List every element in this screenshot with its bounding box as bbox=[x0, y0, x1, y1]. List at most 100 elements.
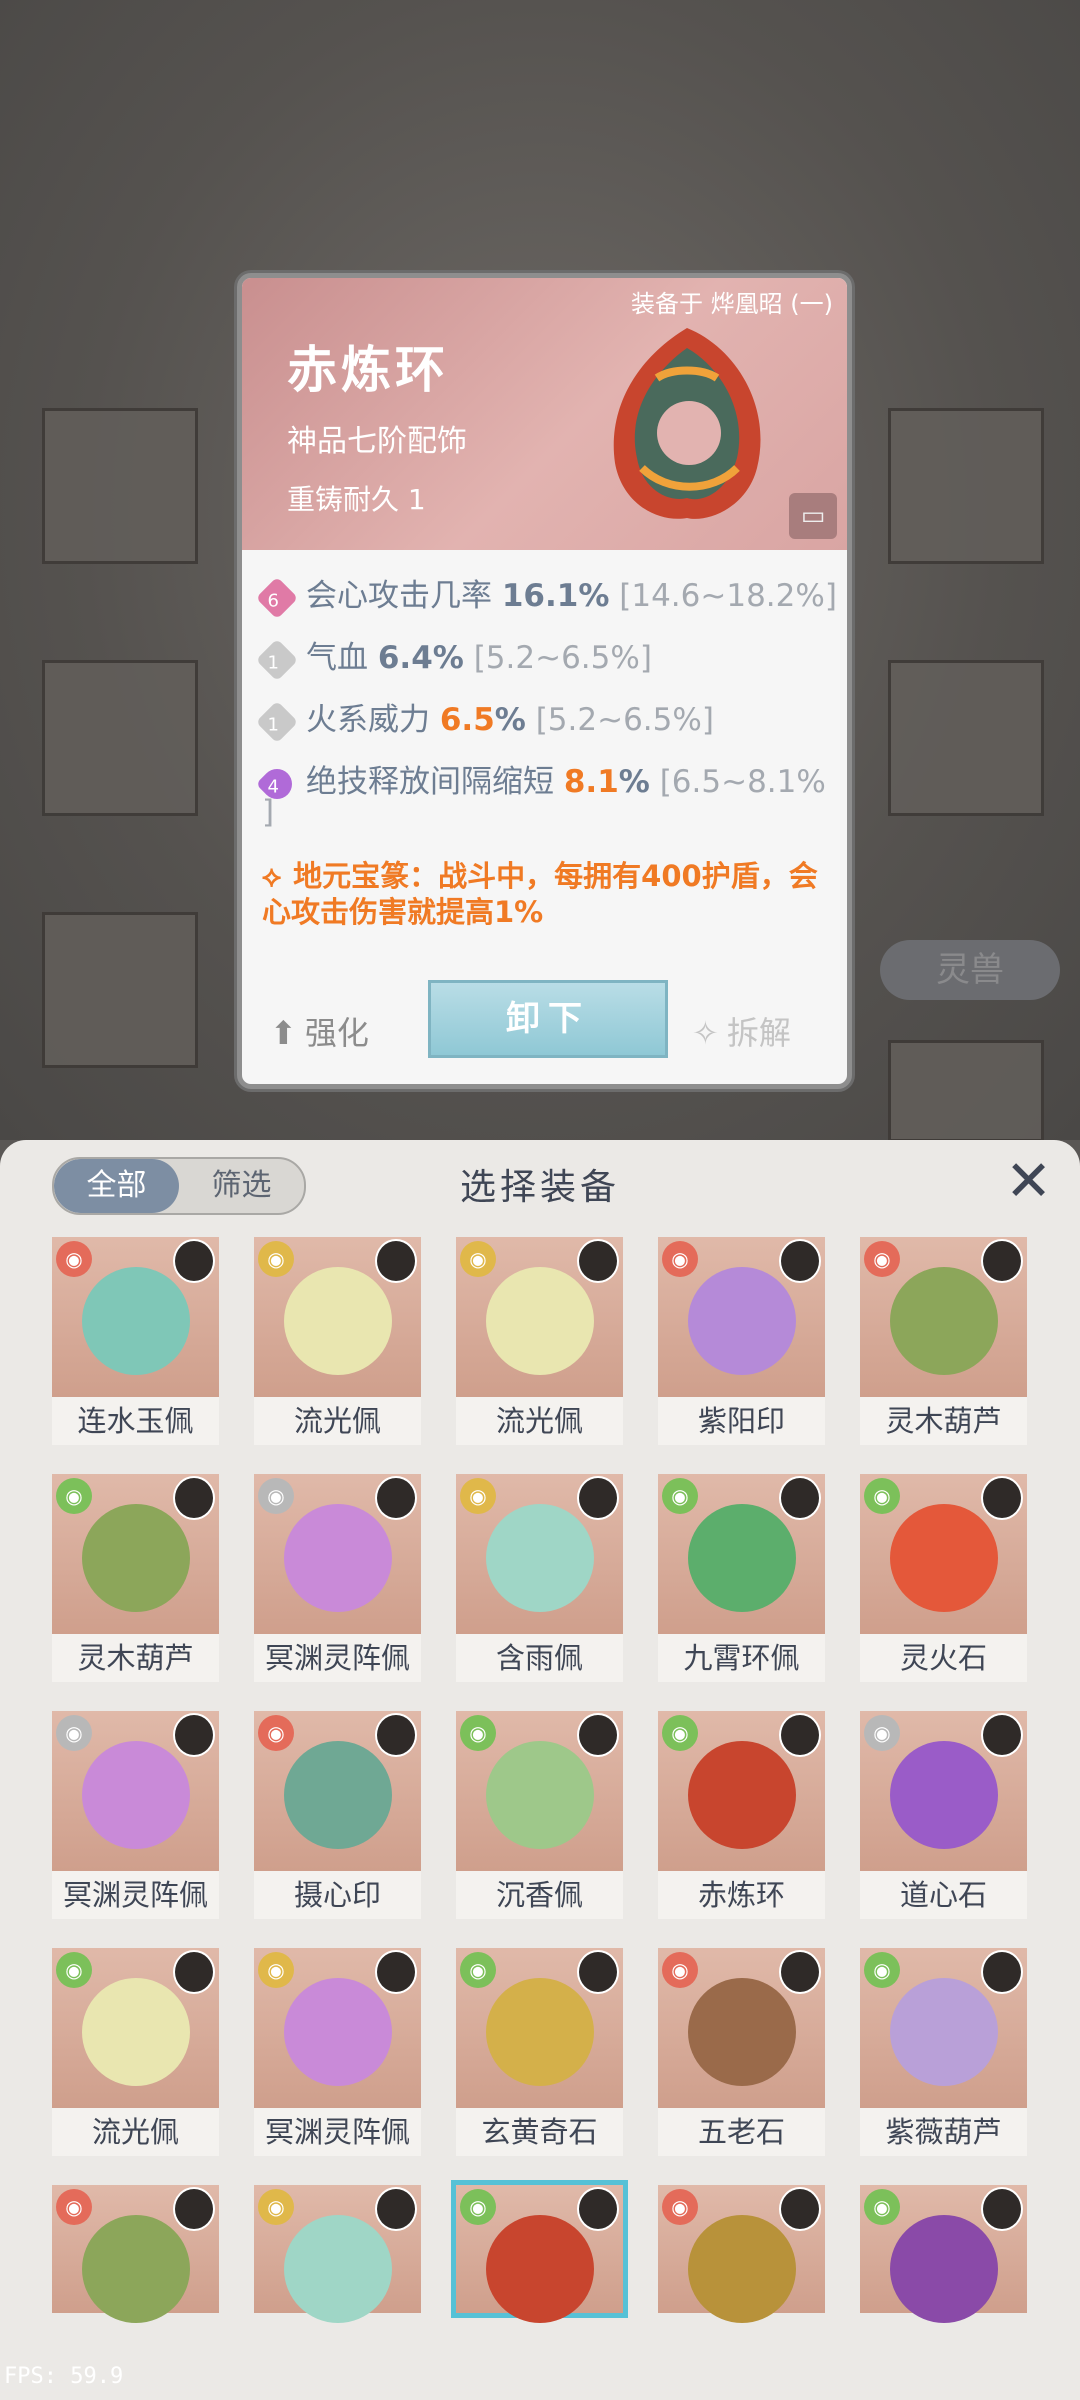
item-artwork-icon bbox=[613, 328, 761, 519]
equipment-card[interactable]: ◉ 五老石 bbox=[658, 1948, 825, 2158]
equipment-artwork: ◉ bbox=[860, 2185, 1027, 2323]
equipment-item-icon bbox=[284, 1978, 392, 2086]
equipment-item-icon bbox=[486, 2215, 594, 2323]
equipment-item-icon bbox=[284, 1267, 392, 1375]
equipment-name: 紫阳印 bbox=[658, 1397, 825, 1445]
equipment-item-icon bbox=[82, 2215, 190, 2323]
equipment-item-icon bbox=[486, 1978, 594, 2086]
equipment-card[interactable]: ◉ 沉香佩 bbox=[456, 1711, 623, 1921]
bg-equip-slot bbox=[42, 912, 198, 1068]
equipment-card[interactable]: ◉ 紫薇葫芦 bbox=[860, 1948, 1027, 2158]
owner-avatar bbox=[375, 1476, 417, 1520]
equipment-card[interactable]: ◉ 九霄环佩 bbox=[658, 1474, 825, 1684]
equipment-item-icon bbox=[486, 1741, 594, 1849]
owner-avatar bbox=[173, 2187, 215, 2231]
equipment-card[interactable]: ◉ 玄黄奇石 bbox=[456, 1948, 623, 2158]
equipment-artwork: ◉ bbox=[451, 2180, 628, 2323]
equipment-card[interactable]: ◉ 流光佩 bbox=[52, 1948, 219, 2158]
element-type-icon: ◉ bbox=[258, 1478, 294, 1514]
element-type-icon: ◉ bbox=[864, 1241, 900, 1277]
equipment-artwork: ◉ bbox=[52, 1474, 219, 1634]
close-icon[interactable]: ✕ bbox=[1005, 1152, 1052, 1212]
equipment-artwork: ◉ bbox=[52, 1948, 219, 2108]
equipment-card[interactable]: ◉ 灵木葫芦 bbox=[860, 1237, 1027, 1447]
item-grade: 神品七阶配饰 bbox=[287, 424, 467, 459]
equipment-card[interactable]: ◉ 赤炼环 bbox=[658, 1711, 825, 1921]
equipment-card[interactable]: ◉ bbox=[451, 2180, 628, 2323]
equipped-on-label: 装备于 烨凰昭 (一) bbox=[631, 290, 833, 318]
equipment-item-icon bbox=[82, 1504, 190, 1612]
equipment-item-icon bbox=[688, 2215, 796, 2323]
equipment-artwork: ◉ bbox=[860, 1948, 1027, 2108]
owner-avatar bbox=[577, 2187, 619, 2231]
equipment-artwork: ◉ bbox=[456, 1948, 623, 2108]
equipment-card[interactable]: ◉ 冥渊灵阵佩 bbox=[254, 1948, 421, 2158]
equipment-name: 连水玉佩 bbox=[52, 1397, 219, 1445]
equipment-card[interactable]: ◉ 冥渊灵阵佩 bbox=[52, 1711, 219, 1921]
equipment-name: 灵木葫芦 bbox=[52, 1634, 219, 1682]
element-type-icon: ◉ bbox=[864, 1952, 900, 1988]
bg-equip-slot bbox=[42, 408, 198, 564]
owner-avatar bbox=[173, 1950, 215, 1994]
equipment-card[interactable]: ◉ 冥渊灵阵佩 bbox=[254, 1474, 421, 1684]
owner-avatar bbox=[375, 1713, 417, 1757]
equipment-artwork: ◉ bbox=[658, 2185, 825, 2323]
equipment-name: 九霄环佩 bbox=[658, 1634, 825, 1682]
equipment-artwork: ◉ bbox=[456, 1711, 623, 1871]
element-type-icon: ◉ bbox=[662, 1952, 698, 1988]
lock-icon[interactable]: ▭ bbox=[789, 493, 837, 539]
element-type-icon: ◉ bbox=[56, 1478, 92, 1514]
equipment-name: 道心石 bbox=[860, 1871, 1027, 1919]
owner-avatar bbox=[981, 1713, 1023, 1757]
equipment-card[interactable]: ◉ 流光佩 bbox=[456, 1237, 623, 1447]
equipment-artwork: ◉ bbox=[456, 1237, 623, 1397]
owner-avatar bbox=[981, 1950, 1023, 1994]
item-reforge-durability: 重铸耐久 1 bbox=[287, 483, 426, 516]
equipment-card[interactable]: ◉ 灵火石 bbox=[860, 1474, 1027, 1684]
equipment-artwork: ◉ bbox=[254, 1237, 421, 1397]
equipment-card[interactable]: ◉ bbox=[658, 2185, 825, 2323]
equipment-card[interactable]: ◉ 含雨佩 bbox=[456, 1474, 623, 1684]
equipment-name: 灵木葫芦 bbox=[860, 1397, 1027, 1445]
equipment-card[interactable]: ◉ 流光佩 bbox=[254, 1237, 421, 1447]
element-type-icon: ◉ bbox=[56, 1952, 92, 1988]
element-type-icon: ◉ bbox=[56, 1241, 92, 1277]
stat-level-badge: 1 bbox=[255, 700, 299, 743]
equipment-name: 沉香佩 bbox=[456, 1871, 623, 1919]
equipment-artwork: ◉ bbox=[254, 1474, 421, 1634]
stat-level-badge: 1 bbox=[255, 638, 299, 681]
equipment-item-icon bbox=[284, 1504, 392, 1612]
dismantle-icon: ✧ bbox=[692, 1014, 719, 1052]
popup-header: 装备于 烨凰昭 (一) 赤炼环 神品七阶配饰 重铸耐久 1 ▭ bbox=[242, 278, 847, 550]
equipment-card[interactable]: ◉ 摄心印 bbox=[254, 1711, 421, 1921]
enhance-button[interactable]: ⬆ 强化 bbox=[270, 1008, 369, 1054]
equipment-item-icon bbox=[82, 1267, 190, 1375]
equipment-card[interactable]: ◉ bbox=[52, 2185, 219, 2323]
owner-avatar bbox=[779, 2187, 821, 2231]
equipment-card[interactable]: ◉ bbox=[860, 2185, 1027, 2323]
equipment-artwork: ◉ bbox=[456, 1474, 623, 1634]
special-effect-icon: ⟡ bbox=[262, 859, 282, 893]
equipment-item-icon bbox=[486, 1267, 594, 1375]
equipment-card[interactable]: ◉ 连水玉佩 bbox=[52, 1237, 219, 1447]
equipment-select-panel: 全部 筛选 选择装备 ✕ ◉ 连水玉佩 ◉ 流光佩 ◉ 流光佩 ◉ 紫阳印 ◉ 灵木葫芦 ◉ 灵木葫芦… bbox=[0, 1140, 1080, 2400]
equipment-item-icon bbox=[82, 1978, 190, 2086]
equipment-name: 五老石 bbox=[658, 2108, 825, 2156]
unequip-button[interactable]: 卸下 bbox=[428, 980, 668, 1058]
equipment-artwork: ◉ bbox=[52, 2185, 219, 2323]
equipment-item-icon bbox=[688, 1267, 796, 1375]
dismantle-button[interactable]: ✧ 拆解 bbox=[692, 1008, 791, 1054]
owner-avatar bbox=[779, 1950, 821, 1994]
equipment-card[interactable]: ◉ 道心石 bbox=[860, 1711, 1027, 1921]
equipment-card[interactable]: ◉ 灵木葫芦 bbox=[52, 1474, 219, 1684]
equipment-name: 流光佩 bbox=[254, 1397, 421, 1445]
owner-avatar bbox=[981, 2187, 1023, 2231]
equipment-item-icon bbox=[284, 1741, 392, 1849]
owner-avatar bbox=[577, 1950, 619, 1994]
equipment-card[interactable]: ◉ 紫阳印 bbox=[658, 1237, 825, 1447]
equipment-name: 灵火石 bbox=[860, 1634, 1027, 1682]
equipment-card[interactable]: ◉ bbox=[254, 2185, 421, 2323]
fps-counter: FPS: 59.9 bbox=[4, 2364, 124, 2389]
equipment-item-icon bbox=[688, 1978, 796, 2086]
element-type-icon: ◉ bbox=[864, 2189, 900, 2225]
